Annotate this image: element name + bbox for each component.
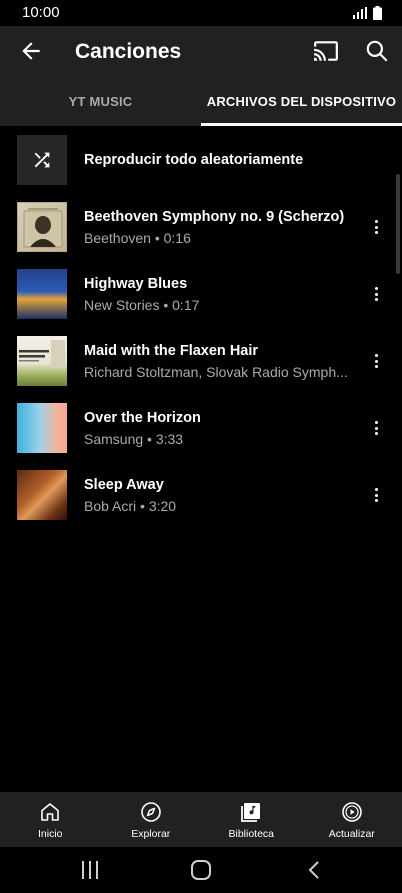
camera-notch: [181, 0, 221, 22]
song-list: Reproducir todo aleatoriamente Beethoven…: [0, 126, 402, 792]
search-button[interactable]: [364, 38, 390, 64]
nav-label: Biblioteca: [228, 828, 275, 840]
song-subtitle: Samsung • 3:33: [84, 431, 184, 447]
back-system-button[interactable]: [303, 859, 327, 881]
nav-label: Actualizar: [328, 828, 375, 840]
recent-apps-icon: [82, 861, 98, 879]
more-options-button[interactable]: [366, 417, 386, 439]
status-bar: 10:00: [0, 0, 402, 26]
shuffle-label: Reproducir todo aleatoriamente: [84, 152, 304, 168]
arrow-back-icon: [22, 42, 40, 60]
album-art: [17, 403, 67, 453]
shuffle-tile: [17, 135, 67, 185]
song-title: Over the Horizon: [84, 410, 201, 426]
album-art: [17, 470, 67, 520]
nav-explore[interactable]: Explorar: [101, 792, 202, 847]
more-options-button[interactable]: [366, 283, 386, 305]
album-art: [17, 269, 67, 319]
list-item[interactable]: Highway Blues New Stories • 0:17: [0, 269, 402, 329]
song-subtitle: Richard Stoltzman, Slovak Radio Symph...: [84, 364, 348, 380]
shuffle-icon: [34, 152, 50, 168]
bottom-navigation: Inicio Explorar Biblioteca Actualizar: [0, 792, 402, 847]
shuffle-all-row[interactable]: Reproducir todo aleatoriamente: [0, 134, 402, 190]
list-item[interactable]: Beethoven Symphony no. 9 (Scherzo) Beeth…: [0, 202, 402, 262]
album-art: [17, 202, 67, 252]
more-options-button[interactable]: [366, 484, 386, 506]
home-icon: [41, 803, 60, 821]
song-subtitle: Beethoven • 0:16: [84, 230, 191, 246]
recent-apps-button[interactable]: [78, 859, 102, 881]
song-subtitle: Bob Acri • 3:20: [84, 498, 177, 514]
song-title: Highway Blues: [84, 276, 188, 292]
more-options-button[interactable]: [366, 216, 386, 238]
cast-button[interactable]: [313, 38, 339, 64]
back-button[interactable]: [18, 38, 44, 64]
home-circle-icon: [191, 860, 211, 880]
nav-home[interactable]: Inicio: [0, 792, 101, 847]
stoltzman-cover-art: [19, 340, 65, 368]
compass-icon: [140, 802, 161, 822]
status-time: 10:00: [22, 4, 60, 21]
song-title: Maid with the Flaxen Hair: [84, 343, 259, 359]
status-icons: [353, 6, 382, 20]
tab-device-files[interactable]: ARCHIVOS DEL DISPOSITIVO: [201, 76, 402, 126]
chevron-left-icon: [308, 861, 319, 879]
home-system-button[interactable]: [189, 859, 213, 881]
page-title: Canciones: [75, 40, 182, 63]
signal-icon: [353, 7, 367, 19]
cast-icon: [314, 41, 338, 61]
song-title: Sleep Away: [84, 477, 164, 493]
beethoven-portrait-art: [23, 208, 63, 248]
more-options-button[interactable]: [366, 350, 386, 372]
nav-upgrade[interactable]: Actualizar: [302, 792, 402, 847]
nav-label: Inicio: [37, 828, 63, 840]
upgrade-icon: [341, 802, 362, 822]
system-navigation-bar: [0, 847, 402, 893]
song-subtitle: New Stories • 0:17: [84, 297, 200, 313]
search-icon: [366, 40, 388, 62]
library-icon: [241, 803, 261, 822]
nav-library[interactable]: Biblioteca: [201, 792, 302, 847]
song-title: Beethoven Symphony no. 9 (Scherzo): [84, 209, 345, 225]
nav-label: Explorar: [131, 828, 171, 840]
tab-bar: YT MUSIC ARCHIVOS DEL DISPOSITIVO: [0, 76, 402, 126]
tab-yt-music[interactable]: YT MUSIC: [0, 76, 201, 126]
album-art: [17, 336, 67, 386]
list-item[interactable]: Maid with the Flaxen Hair Richard Stoltz…: [0, 336, 402, 396]
battery-icon: [373, 6, 382, 20]
list-item[interactable]: Sleep Away Bob Acri • 3:20: [0, 470, 402, 530]
list-item[interactable]: Over the Horizon Samsung • 3:33: [0, 403, 402, 463]
